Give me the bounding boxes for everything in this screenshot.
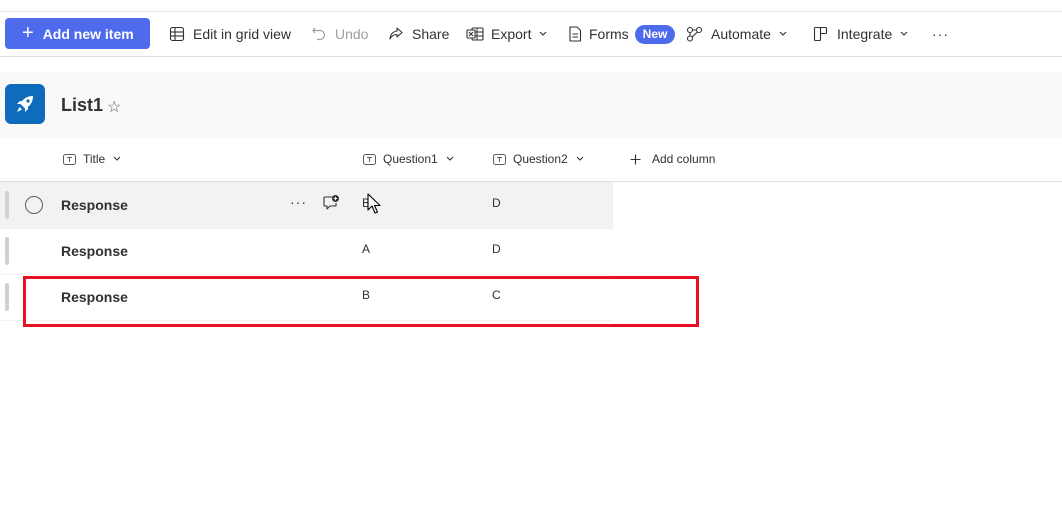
- form-document-icon: [566, 25, 584, 43]
- share-icon: [387, 25, 405, 43]
- column-header-question2[interactable]: Question2: [493, 137, 584, 181]
- mouse-cursor-icon: [367, 193, 383, 220]
- new-badge: New: [634, 24, 676, 44]
- integrate-icon: [812, 25, 830, 43]
- excel-icon: [466, 25, 484, 43]
- list-header: [0, 72, 1062, 137]
- table-row[interactable]: Response A D: [0, 228, 613, 275]
- chevron-down-icon: [539, 31, 547, 37]
- share-label: Share: [412, 26, 450, 42]
- export-label: Export: [491, 26, 532, 42]
- plus-icon: +: [22, 21, 34, 44]
- list-title: List1: [61, 95, 104, 115]
- highlight-annotation-box: [23, 276, 699, 327]
- more-icon: ···: [932, 26, 949, 42]
- edit-grid-view-label: Edit in grid view: [193, 26, 292, 42]
- row-question1-cell[interactable]: A: [362, 242, 370, 256]
- row-select-radio[interactable]: [25, 196, 43, 214]
- undo-icon: [310, 25, 328, 43]
- rocket-icon: [5, 84, 45, 124]
- share-button[interactable]: Share: [387, 12, 449, 56]
- favorite-star-icon[interactable]: ☆: [107, 97, 121, 117]
- forms-label: Forms: [589, 26, 629, 42]
- table-row[interactable]: Response ··· B D: [0, 182, 613, 229]
- column-header-question1[interactable]: Question1: [363, 137, 454, 181]
- chevron-down-icon: [900, 31, 908, 37]
- row-more-actions-icon[interactable]: ···: [290, 194, 307, 210]
- text-field-icon: [63, 153, 76, 165]
- row-drag-handle[interactable]: [5, 283, 9, 311]
- undo-label: Undo: [335, 26, 369, 42]
- add-comment-icon[interactable]: [322, 194, 340, 217]
- more-options-button[interactable]: ···: [932, 12, 949, 56]
- column-header-label: Question1: [383, 152, 438, 166]
- row-drag-handle[interactable]: [5, 237, 9, 265]
- chevron-down-icon: [113, 156, 121, 162]
- row-title-cell[interactable]: Response: [61, 197, 128, 213]
- column-header-label: Title: [83, 152, 106, 166]
- text-field-icon: [493, 153, 506, 165]
- text-field-icon: [363, 153, 376, 165]
- command-bar: + Add new item Edit in grid view Undo Sh…: [0, 12, 1062, 57]
- add-column-label: Add column: [652, 152, 716, 166]
- integrate-button[interactable]: Integrate: [812, 12, 908, 56]
- grid-icon: [168, 25, 186, 43]
- add-new-item-button[interactable]: + Add new item: [5, 18, 150, 49]
- chevron-down-icon: [576, 156, 584, 162]
- plus-icon: [630, 154, 641, 165]
- chevron-down-icon: [446, 156, 454, 162]
- export-button[interactable]: Export: [466, 12, 547, 56]
- automate-button[interactable]: Automate: [686, 12, 787, 56]
- column-header-label: Question2: [513, 152, 568, 166]
- add-column-button[interactable]: Add column: [630, 137, 715, 181]
- undo-button[interactable]: Undo: [310, 12, 368, 56]
- column-header-title[interactable]: Title: [63, 137, 121, 181]
- add-new-item-label: Add new item: [42, 25, 134, 42]
- column-header-row: Title Question1 Question2 Add column: [0, 137, 1062, 182]
- edit-grid-view-button[interactable]: Edit in grid view: [168, 12, 291, 56]
- automate-flow-icon: [686, 25, 704, 43]
- forms-button[interactable]: Forms New: [566, 12, 676, 56]
- row-title-cell[interactable]: Response: [61, 243, 128, 259]
- integrate-label: Integrate: [837, 26, 893, 42]
- row-question2-cell[interactable]: D: [492, 196, 501, 210]
- row-drag-handle[interactable]: [5, 191, 9, 219]
- chevron-down-icon: [779, 31, 787, 37]
- row-question2-cell[interactable]: D: [492, 242, 501, 256]
- automate-label: Automate: [711, 26, 771, 42]
